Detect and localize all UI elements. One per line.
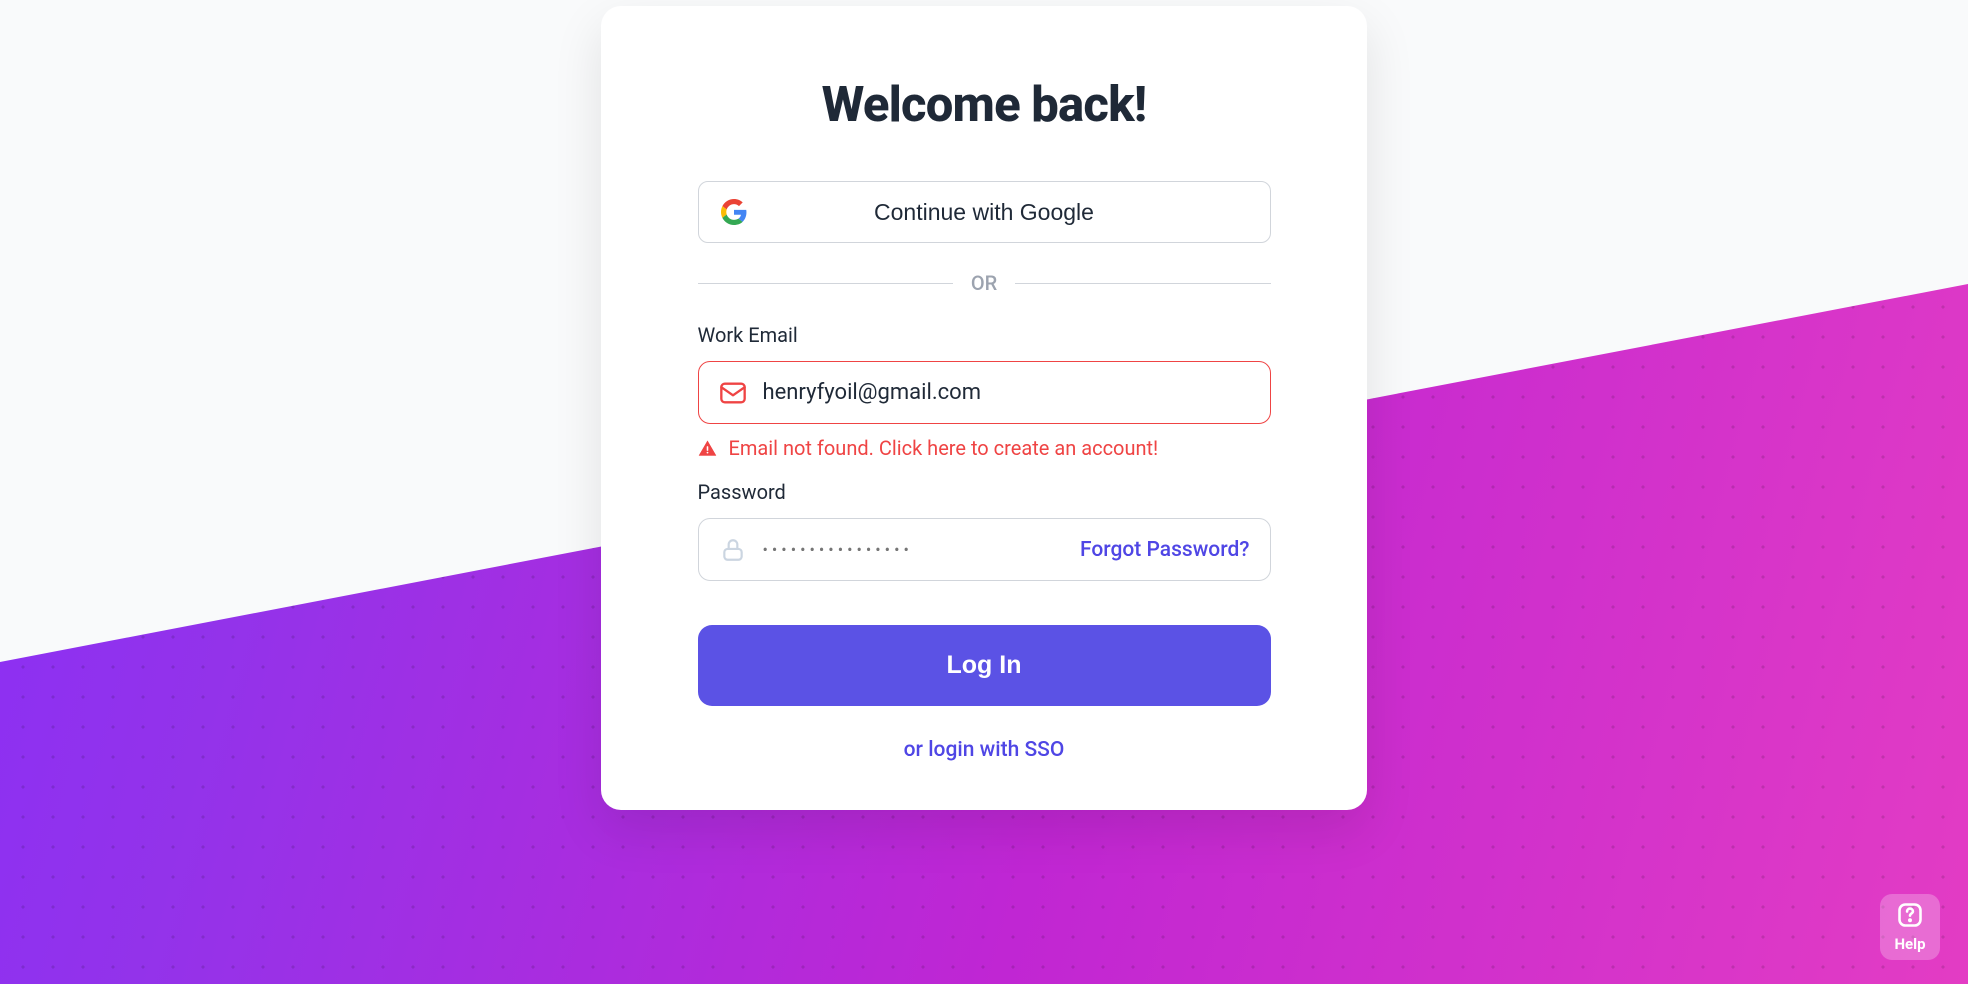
page-title: Welcome back!: [649, 76, 1319, 133]
email-label: Work Email: [698, 323, 1271, 347]
email-error-text: Email not found. Click here to create an…: [729, 436, 1159, 460]
email-error-link[interactable]: Email not found. Click here to create an…: [698, 436, 1271, 460]
forgot-password-link[interactable]: Forgot Password?: [1080, 538, 1250, 562]
email-input-wrap[interactable]: [698, 361, 1271, 424]
password-field[interactable]: [763, 540, 1068, 559]
help-icon: [1896, 901, 1924, 933]
google-icon: [721, 199, 747, 225]
divider-line-left: [698, 283, 953, 284]
login-card: Welcome back! Continue with Google OR Wo…: [601, 6, 1367, 810]
help-label: Help: [1894, 935, 1925, 953]
mail-icon: [719, 379, 747, 407]
divider-text: OR: [953, 271, 1015, 295]
continue-with-google-button[interactable]: Continue with Google: [698, 181, 1271, 243]
password-label: Password: [698, 480, 1271, 504]
login-button[interactable]: Log In: [698, 625, 1271, 706]
email-field[interactable]: [763, 380, 1250, 405]
divider: OR: [698, 271, 1271, 295]
password-input-wrap[interactable]: Forgot Password?: [698, 518, 1271, 581]
sso-login-link[interactable]: or login with SSO: [698, 738, 1271, 762]
lock-icon: [719, 536, 747, 564]
help-button[interactable]: Help: [1880, 894, 1940, 960]
google-button-label: Continue with Google: [874, 199, 1094, 226]
warning-icon: [698, 439, 717, 458]
divider-line-right: [1015, 283, 1270, 284]
